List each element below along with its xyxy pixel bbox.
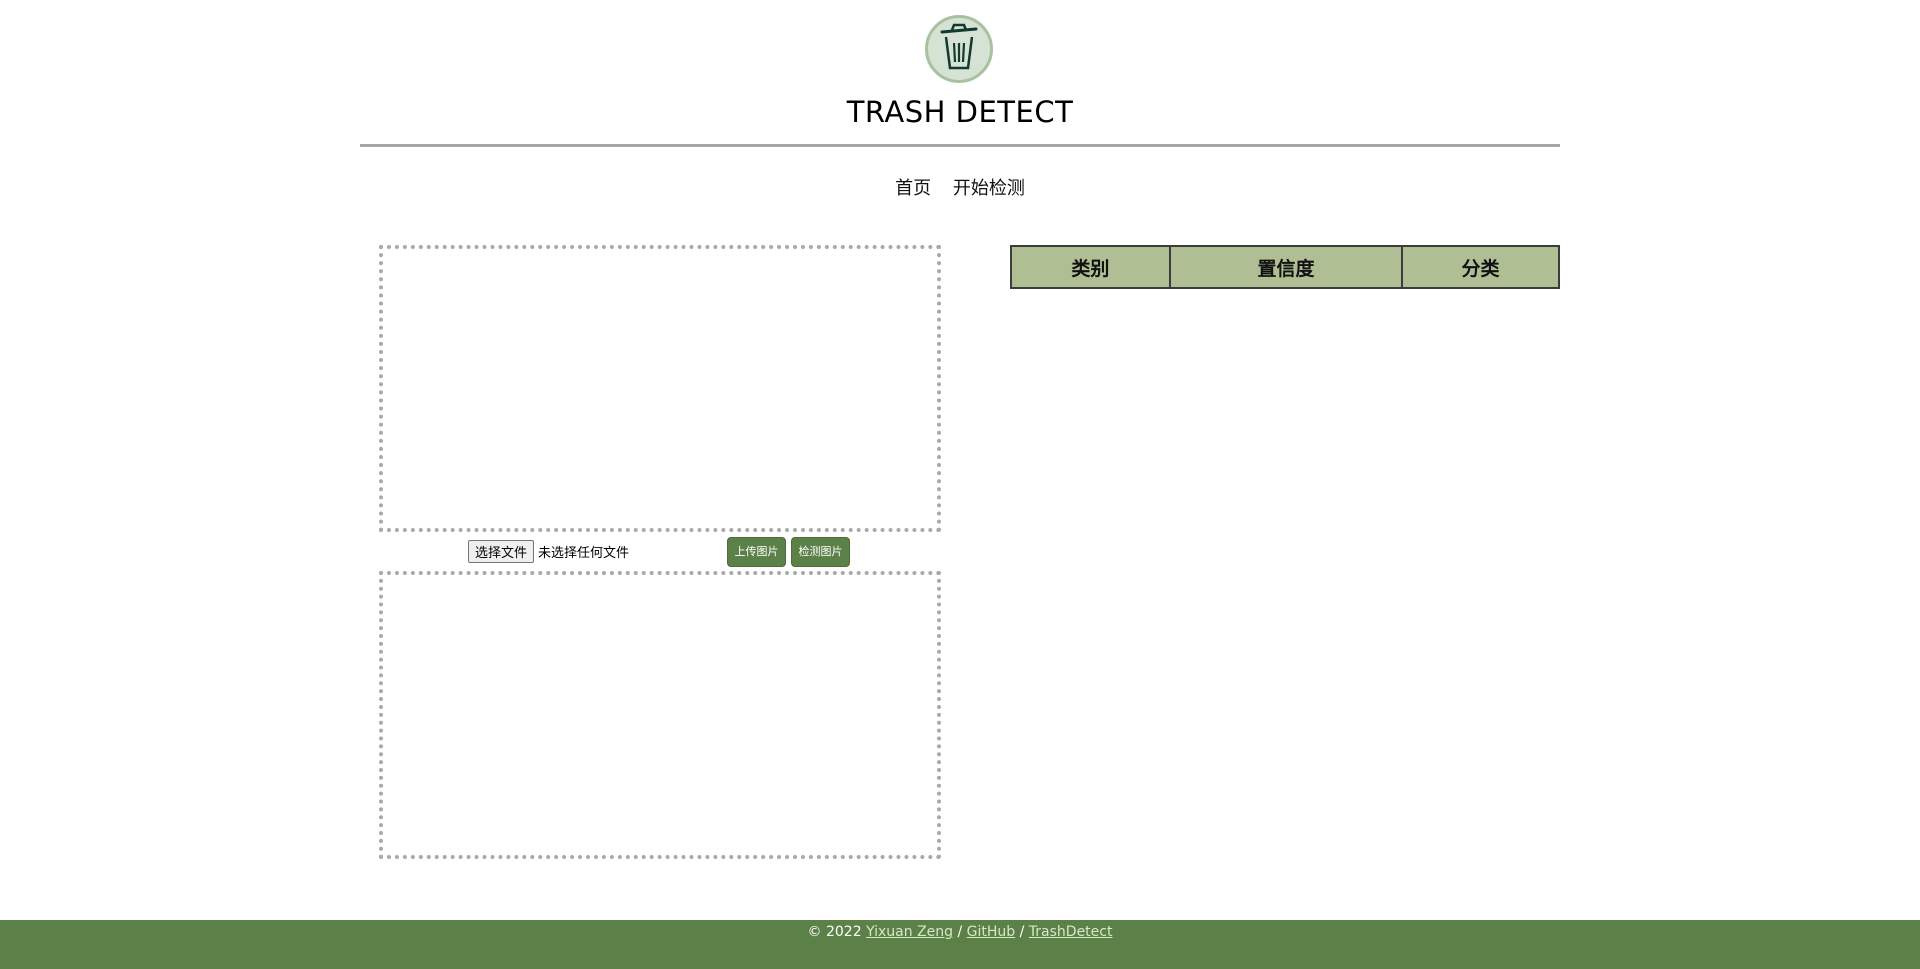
- upload-image-button[interactable]: 上传图片: [727, 537, 786, 567]
- trash-can-icon: [937, 23, 981, 75]
- choose-file-button[interactable]: 选择文件: [468, 539, 535, 563]
- header-divider: [360, 144, 1560, 147]
- footer-separator: /: [1019, 924, 1025, 940]
- logo: [925, 15, 993, 83]
- results-header-row: 类别 置信度 分类: [1010, 245, 1560, 289]
- nav-item-start-detect[interactable]: 开始检测: [953, 178, 1025, 199]
- page: TRASH DETECT 首页 开始检测 选择文件 未选择任何文件 上传图片 检…: [0, 0, 1920, 969]
- column-header-confidence: 置信度: [1168, 245, 1404, 289]
- site-title: TRASH DETECT: [846, 95, 1074, 129]
- main-nav: 首页 开始检测: [0, 174, 1920, 200]
- detect-image-button[interactable]: 检测图片: [791, 537, 850, 567]
- github-link[interactable]: GitHub: [967, 924, 1016, 940]
- column-header-category: 类别: [1010, 245, 1171, 289]
- column-header-classification: 分类: [1401, 245, 1560, 289]
- footer: © 2022 Yixuan Zeng / GitHub / TrashDetec…: [0, 920, 1920, 969]
- author-link[interactable]: Yixuan Zeng: [866, 924, 953, 940]
- copyright-text: © 2022: [807, 924, 862, 940]
- file-picker: 选择文件 未选择任何文件: [468, 539, 629, 563]
- file-status-text: 未选择任何文件: [538, 545, 630, 561]
- repo-link[interactable]: TrashDetect: [1029, 924, 1113, 940]
- nav-item-home[interactable]: 首页: [895, 178, 931, 199]
- detection-result-preview: [379, 571, 941, 859]
- input-image-preview: [379, 245, 941, 532]
- results-table: 类别 置信度 分类: [1010, 245, 1560, 289]
- footer-separator: /: [957, 924, 963, 940]
